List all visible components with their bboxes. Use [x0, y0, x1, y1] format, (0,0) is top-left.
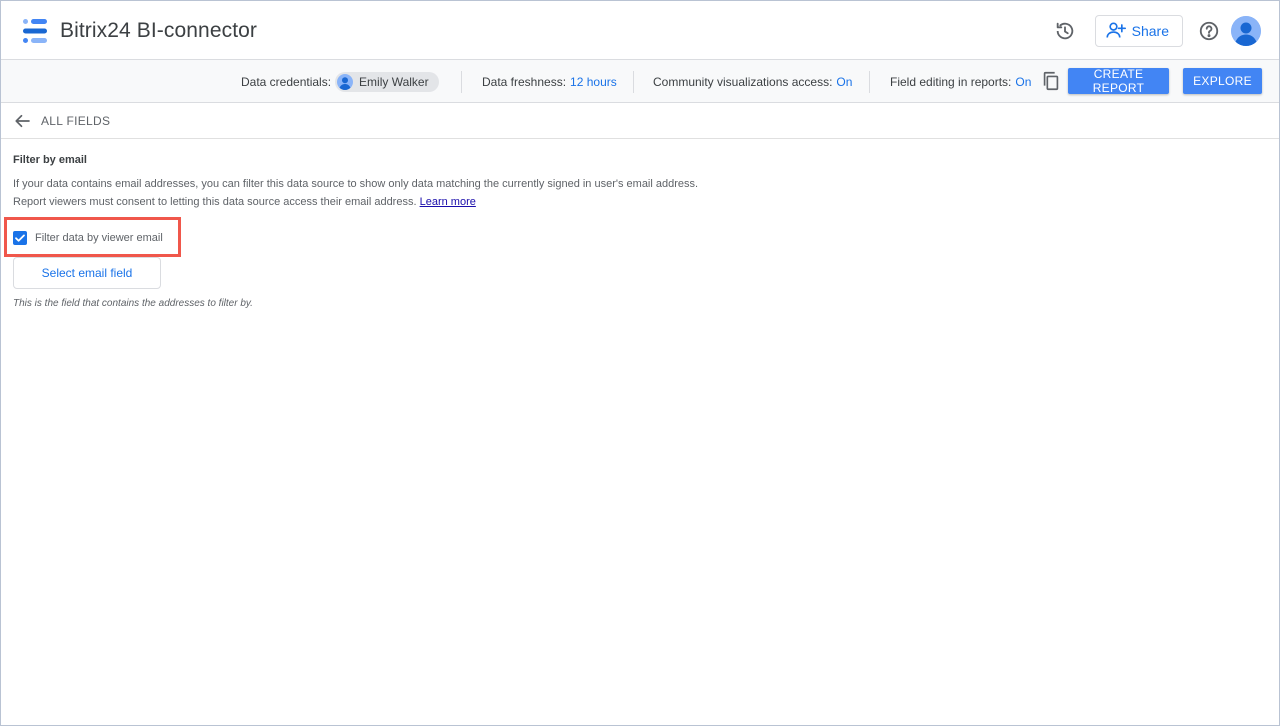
create-report-button[interactable]: CREATE REPORT	[1068, 67, 1169, 95]
field-editing-value[interactable]: On	[1015, 75, 1031, 89]
check-icon	[15, 234, 25, 242]
field-editing-label: Field editing in reports:	[890, 74, 1012, 89]
datasource-toolbar: Data credentials: Emily Walker Data fres…	[1, 60, 1279, 103]
credentials-group: Data credentials: Emily Walker	[241, 60, 439, 103]
credentials-chip[interactable]: Emily Walker	[335, 71, 439, 92]
field-editing-group: Field editing in reports: On	[890, 60, 1031, 103]
person-add-icon	[1106, 21, 1126, 42]
user-avatar-icon	[337, 73, 354, 90]
history-icon[interactable]	[1049, 15, 1081, 47]
credentials-user: Emily Walker	[359, 74, 429, 89]
copy-icon[interactable]	[1040, 70, 1062, 92]
account-avatar-icon[interactable]	[1231, 16, 1261, 46]
select-email-field-button[interactable]: Select email field	[13, 257, 161, 289]
datastudio-logo-icon	[21, 18, 49, 44]
toolbar-divider	[869, 71, 870, 93]
freshness-value[interactable]: 12 hours	[570, 75, 617, 89]
share-label: Share	[1131, 23, 1169, 39]
toolbar-divider	[633, 71, 634, 93]
all-fields-link[interactable]: ALL FIELDS	[41, 114, 110, 128]
explore-button[interactable]: EXPLORE	[1183, 68, 1262, 94]
filter-by-email-checkbox[interactable]	[13, 231, 27, 245]
filter-description: If your data contains email addresses, y…	[13, 175, 773, 211]
freshness-group: Data freshness: 12 hours	[482, 60, 617, 103]
description-text: Report viewers must consent to letting t…	[13, 196, 417, 208]
description-line-1: If your data contains email addresses, y…	[13, 178, 699, 190]
learn-more-link[interactable]: Learn more	[420, 196, 476, 208]
back-navigation: ALL FIELDS	[1, 103, 1279, 139]
help-icon[interactable]	[1193, 15, 1225, 47]
arrow-back-icon[interactable]	[14, 112, 32, 130]
toolbar-divider	[461, 71, 462, 93]
freshness-label: Data freshness:	[482, 74, 567, 89]
description-line-2: Report viewers must consent to letting t…	[13, 193, 773, 211]
app-window: Bitrix24 BI-connector Share Data credent…	[0, 0, 1280, 726]
header-actions: Share	[1049, 15, 1261, 47]
community-access-group: Community visualizations access: On	[653, 60, 852, 103]
community-label: Community visualizations access:	[653, 74, 833, 89]
app-header: Bitrix24 BI-connector Share	[1, 1, 1279, 60]
share-button[interactable]: Share	[1094, 15, 1183, 47]
credentials-label: Data credentials:	[241, 74, 332, 89]
page-title: Bitrix24 BI-connector	[60, 19, 258, 42]
filter-section-title: Filter by email	[13, 154, 87, 166]
email-field-hint: This is the field that contains the addr…	[13, 298, 253, 309]
community-value[interactable]: On	[836, 75, 852, 89]
checkbox-label: Filter data by viewer email	[35, 232, 163, 244]
